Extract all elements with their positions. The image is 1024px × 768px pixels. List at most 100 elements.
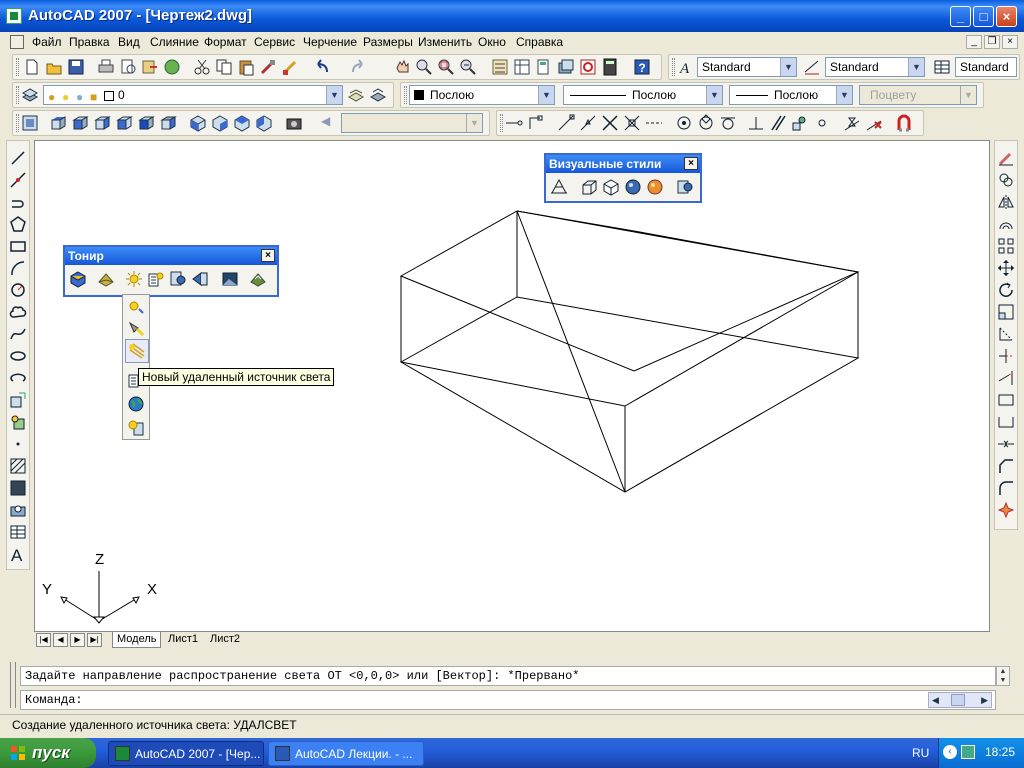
text-style-select[interactable]: Standard ▼ bbox=[697, 57, 797, 77]
plot-preview-icon[interactable] bbox=[119, 58, 137, 76]
doc-close-button[interactable]: × bbox=[1002, 35, 1018, 49]
menu-dimension[interactable]: Размеры bbox=[363, 35, 413, 49]
multiline-text-icon[interactable]: A bbox=[9, 545, 27, 563]
realistic-style-icon[interactable] bbox=[624, 178, 642, 196]
maximize-button[interactable]: □ bbox=[973, 6, 994, 27]
menu-merge[interactable]: Слияние bbox=[150, 35, 199, 49]
point-icon[interactable] bbox=[9, 435, 27, 453]
toolbar-grip[interactable] bbox=[500, 114, 503, 132]
render-toolbar-close-button[interactable]: × bbox=[261, 249, 275, 262]
table-style-select[interactable]: Standard bbox=[955, 57, 1017, 77]
text-style-icon[interactable]: A bbox=[677, 58, 695, 76]
arc-icon[interactable] bbox=[9, 259, 27, 277]
menu-help[interactable]: Справка bbox=[516, 35, 563, 49]
snap-parallel-icon[interactable] bbox=[769, 114, 787, 132]
toolbar-grip[interactable] bbox=[16, 114, 19, 132]
menu-draw[interactable]: Черчение bbox=[303, 35, 357, 49]
named-views-icon[interactable] bbox=[21, 114, 39, 132]
next-tab-button[interactable]: ▶ bbox=[70, 633, 85, 647]
toolbar-grip[interactable] bbox=[16, 58, 19, 76]
lineweight-select[interactable]: Послою ▼ bbox=[729, 85, 853, 105]
render-toolbar-title[interactable]: Тонир × bbox=[65, 247, 277, 265]
tab-sheet1[interactable]: Лист1 bbox=[164, 632, 202, 648]
chevron-down-icon[interactable]: ▼ bbox=[908, 58, 924, 76]
prev-tab-button[interactable]: ◀ bbox=[53, 633, 68, 647]
toolbar-grip[interactable] bbox=[16, 86, 19, 104]
snap-nearest-icon[interactable] bbox=[843, 114, 861, 132]
block-editor-icon[interactable] bbox=[281, 58, 299, 76]
materials-icon[interactable] bbox=[169, 270, 187, 288]
calculator-icon[interactable] bbox=[601, 58, 619, 76]
snap-extension-icon[interactable] bbox=[645, 114, 663, 132]
autocad-app-icon[interactable] bbox=[6, 8, 22, 24]
new-spotlight-icon[interactable] bbox=[127, 319, 145, 337]
pan-icon[interactable] bbox=[393, 58, 411, 76]
help-icon[interactable]: ? bbox=[633, 58, 651, 76]
layer-manager-icon[interactable] bbox=[21, 86, 39, 104]
snap-apparent-icon[interactable] bbox=[623, 114, 641, 132]
drawing-canvas[interactable]: Z Y X bbox=[34, 140, 990, 632]
snap-none-icon[interactable] bbox=[865, 114, 883, 132]
mapping-icon[interactable] bbox=[191, 270, 209, 288]
copy-object-icon[interactable] bbox=[997, 171, 1015, 189]
camera-icon[interactable] bbox=[285, 114, 303, 132]
paste-icon[interactable] bbox=[237, 58, 255, 76]
right-view-icon[interactable] bbox=[115, 114, 133, 132]
extend-icon[interactable] bbox=[997, 369, 1015, 387]
visual-styles-manager-icon[interactable] bbox=[676, 178, 694, 196]
snap-intersection-icon[interactable] bbox=[601, 114, 619, 132]
ellipse-icon[interactable] bbox=[9, 347, 27, 365]
region-icon[interactable] bbox=[9, 501, 27, 519]
spline-icon[interactable] bbox=[9, 325, 27, 343]
explode-icon[interactable] bbox=[997, 501, 1015, 519]
tab-sheet2[interactable]: Лист2 bbox=[206, 632, 244, 648]
sun-properties-icon[interactable] bbox=[127, 419, 145, 437]
menu-modify[interactable]: Изменить bbox=[418, 35, 472, 49]
gradient-icon[interactable] bbox=[9, 479, 27, 497]
snap-from-icon[interactable] bbox=[527, 114, 545, 132]
hatch-icon[interactable] bbox=[9, 457, 27, 475]
polygon-icon[interactable] bbox=[9, 215, 27, 233]
chevron-down-icon[interactable]: ▼ bbox=[836, 86, 852, 104]
menu-edit[interactable]: Правка bbox=[69, 35, 110, 49]
color-select[interactable]: Послою ▼ bbox=[409, 85, 555, 105]
fillet-icon[interactable] bbox=[997, 479, 1015, 497]
document-icon[interactable] bbox=[10, 35, 24, 49]
taskbar-item-autocad[interactable]: AutoCAD 2007 - [Чер... bbox=[108, 741, 264, 766]
snap-center-icon[interactable] bbox=[675, 114, 693, 132]
last-tab-button[interactable]: ▶| bbox=[87, 633, 102, 647]
ellipse-arc-icon[interactable] bbox=[9, 369, 27, 387]
command-window-grip[interactable] bbox=[10, 662, 16, 708]
table-icon[interactable] bbox=[9, 523, 27, 541]
zoom-realtime-icon[interactable] bbox=[415, 58, 433, 76]
zoom-previous-icon[interactable] bbox=[459, 58, 477, 76]
new-icon[interactable] bbox=[23, 58, 41, 76]
design-center-icon[interactable] bbox=[513, 58, 531, 76]
tab-model[interactable]: Модель bbox=[112, 632, 162, 648]
zoom-window-icon[interactable] bbox=[437, 58, 455, 76]
scale-icon[interactable] bbox=[997, 303, 1015, 321]
menu-tools[interactable]: Сервис bbox=[254, 35, 295, 49]
tray-expand-icon[interactable]: ‹ bbox=[943, 745, 957, 759]
back-arrow-icon[interactable]: ◀ bbox=[321, 114, 330, 128]
make-current-layer-icon[interactable] bbox=[347, 86, 365, 104]
offset-icon[interactable] bbox=[997, 215, 1015, 233]
ne-iso-icon[interactable] bbox=[233, 114, 251, 132]
new-point-light-icon[interactable] bbox=[127, 297, 145, 315]
menu-view[interactable]: Вид bbox=[118, 35, 140, 49]
clock[interactable]: 18:25 bbox=[985, 745, 1015, 759]
start-button[interactable]: пуск bbox=[0, 738, 96, 768]
construction-line-icon[interactable] bbox=[9, 171, 27, 189]
stretch-icon[interactable] bbox=[997, 325, 1015, 343]
break-at-point-icon[interactable] bbox=[997, 391, 1015, 409]
publish-icon[interactable] bbox=[141, 58, 159, 76]
2d-wireframe-icon[interactable] bbox=[550, 178, 568, 196]
snap-quadrant-icon[interactable] bbox=[697, 114, 715, 132]
visual-styles-title[interactable]: Визуальные стили × bbox=[546, 155, 700, 173]
doc-minimize-button[interactable]: _ bbox=[966, 35, 982, 49]
se-iso-icon[interactable] bbox=[211, 114, 229, 132]
visual-styles-close-button[interactable]: × bbox=[684, 157, 698, 170]
layer-select[interactable]: ● ● ● ■ 0 ▼ bbox=[43, 85, 343, 105]
toolbar-grip[interactable] bbox=[404, 86, 407, 104]
chamfer-icon[interactable] bbox=[997, 457, 1015, 475]
